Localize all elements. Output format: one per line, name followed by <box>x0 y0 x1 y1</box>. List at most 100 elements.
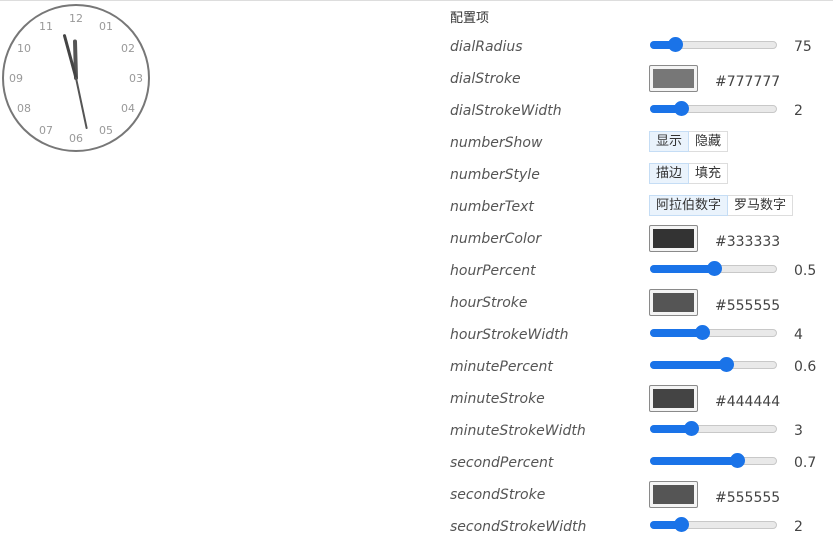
dial-stroke-hex: #777777 <box>715 74 781 90</box>
second-stroke-width-slider[interactable] <box>650 517 777 532</box>
second-percent-slider-fill <box>650 457 737 465</box>
hour-stroke-width-value: 4 <box>794 327 803 343</box>
dial-stroke-width-slider-thumb[interactable] <box>674 101 689 116</box>
row-dial-radius: dialRadius 75 <box>450 30 833 62</box>
row-hour-stroke-width: hourStrokeWidth 4 <box>450 318 833 350</box>
minute-percent-label: minutePercent <box>450 359 553 375</box>
clock-number: 07 <box>39 124 53 137</box>
minute-stroke-width-label: minuteStrokeWidth <box>450 423 586 439</box>
second-percent-slider[interactable] <box>650 453 777 468</box>
row-dial-stroke-width: dialStrokeWidth 2 <box>450 94 833 126</box>
row-number-text: numberText 阿拉伯数字 罗马数字 <box>450 190 833 222</box>
row-second-percent: secondPercent 0.7 <box>450 446 833 478</box>
second-stroke-label: secondStroke <box>450 487 546 503</box>
dial-stroke-width-slider[interactable] <box>650 101 777 116</box>
second-stroke-width-slider-thumb[interactable] <box>674 517 689 532</box>
clock-number: 05 <box>99 124 113 137</box>
row-minute-stroke: minuteStroke #444444 <box>450 382 833 414</box>
minute-stroke-hex: #444444 <box>715 394 781 410</box>
number-show-label: numberShow <box>450 135 543 151</box>
minute-percent-slider[interactable] <box>650 357 777 372</box>
clock-number: 01 <box>99 20 113 33</box>
number-show-option-hide[interactable]: 隐藏 <box>689 131 729 152</box>
clock-number: 02 <box>121 42 135 55</box>
second-stroke-hex: #555555 <box>715 490 781 506</box>
hour-stroke-width-slider-thumb[interactable] <box>695 325 711 340</box>
second-percent-label: secondPercent <box>450 455 554 471</box>
minute-percent-value: 0.6 <box>794 359 817 375</box>
minute-percent-slider-thumb[interactable] <box>719 357 734 372</box>
minute-percent-slider-fill <box>650 361 725 369</box>
row-minute-percent: minutePercent 0.6 <box>450 350 833 382</box>
minute-stroke-color-picker[interactable] <box>649 385 698 412</box>
clock-second-hand <box>75 77 88 129</box>
panel-title: 配置项 <box>450 11 490 26</box>
minute-stroke-label: minuteStroke <box>450 391 545 407</box>
dial-stroke-width-value: 2 <box>794 103 803 119</box>
hour-stroke-width-label: hourStrokeWidth <box>450 327 569 343</box>
row-number-color: numberColor #333333 <box>450 222 833 254</box>
row-second-stroke: secondStroke #555555 <box>450 478 833 510</box>
hour-percent-slider[interactable] <box>650 261 777 276</box>
top-border <box>0 0 833 1</box>
hour-percent-label: hourPercent <box>450 263 536 279</box>
number-style-option-stroke[interactable]: 描边 <box>649 163 690 184</box>
dial-stroke-label: dialStroke <box>450 71 521 87</box>
clock-number: 11 <box>39 20 53 33</box>
row-minute-stroke-width: minuteStrokeWidth 3 <box>450 414 833 446</box>
hour-stroke-hex: #555555 <box>715 298 781 314</box>
dial-radius-value: 75 <box>794 39 812 55</box>
row-number-show: numberShow 显示 隐藏 <box>450 126 833 158</box>
number-text-toggle: 阿拉伯数字 罗马数字 <box>649 195 794 216</box>
minute-stroke-width-value: 3 <box>794 423 803 439</box>
clock-number: 04 <box>121 102 135 115</box>
hour-stroke-width-slider[interactable] <box>650 325 777 340</box>
dial-stroke-color-swatch <box>653 69 694 88</box>
config-panel: 配置项 dialRadius 75 dialStroke #777777 dia… <box>450 8 833 542</box>
number-style-option-fill[interactable]: 填充 <box>689 163 729 184</box>
row-number-style: numberStyle 描边 填充 <box>450 158 833 190</box>
hour-stroke-color-picker[interactable] <box>649 289 698 316</box>
clock-number: 09 <box>9 72 23 85</box>
dial-stroke-width-label: dialStrokeWidth <box>450 103 562 119</box>
minute-stroke-color-swatch <box>653 389 694 408</box>
hour-stroke-color-swatch <box>653 293 694 312</box>
dial-radius-slider-thumb[interactable] <box>667 37 683 52</box>
dial-stroke-color-picker[interactable] <box>649 65 698 92</box>
number-show-option-show[interactable]: 显示 <box>649 131 690 152</box>
second-stroke-color-picker[interactable] <box>649 481 698 508</box>
number-color-hex: #333333 <box>715 234 781 250</box>
second-percent-value: 0.7 <box>794 455 817 471</box>
analog-clock: 12 01 02 03 04 05 06 07 08 09 10 11 <box>2 4 150 152</box>
row-hour-percent: hourPercent 0.5 <box>450 254 833 286</box>
dial-radius-label: dialRadius <box>450 39 523 55</box>
number-text-label: numberText <box>450 199 534 215</box>
hour-stroke-label: hourStroke <box>450 295 528 311</box>
hour-percent-slider-thumb[interactable] <box>706 261 722 276</box>
row-dial-stroke: dialStroke #777777 <box>450 62 833 94</box>
clock-number: 10 <box>17 42 31 55</box>
number-color-picker[interactable] <box>649 225 698 252</box>
row-hour-stroke: hourStroke #555555 <box>450 286 833 318</box>
number-style-toggle: 描边 填充 <box>649 163 729 184</box>
hour-percent-value: 0.5 <box>794 263 817 279</box>
dial-radius-slider[interactable] <box>650 37 777 52</box>
number-show-toggle: 显示 隐藏 <box>649 131 729 152</box>
clock-number: 08 <box>17 102 31 115</box>
clock-number: 06 <box>69 132 83 145</box>
number-color-swatch <box>653 229 694 248</box>
number-text-option-arabic[interactable]: 阿拉伯数字 <box>649 195 729 216</box>
number-color-label: numberColor <box>450 231 542 247</box>
clock-number: 03 <box>129 72 143 85</box>
second-stroke-width-value: 2 <box>794 519 803 535</box>
clock-number: 12 <box>69 12 83 25</box>
minute-stroke-width-slider-thumb[interactable] <box>684 421 699 436</box>
second-stroke-width-label: secondStrokeWidth <box>450 519 587 535</box>
row-second-stroke-width: secondStrokeWidth 2 <box>450 510 833 542</box>
number-text-option-roman[interactable]: 罗马数字 <box>728 195 794 216</box>
number-style-label: numberStyle <box>450 167 540 183</box>
second-stroke-color-swatch <box>653 485 694 504</box>
hour-percent-slider-fill <box>650 265 713 273</box>
second-percent-slider-thumb[interactable] <box>730 453 746 468</box>
minute-stroke-width-slider[interactable] <box>650 421 777 436</box>
